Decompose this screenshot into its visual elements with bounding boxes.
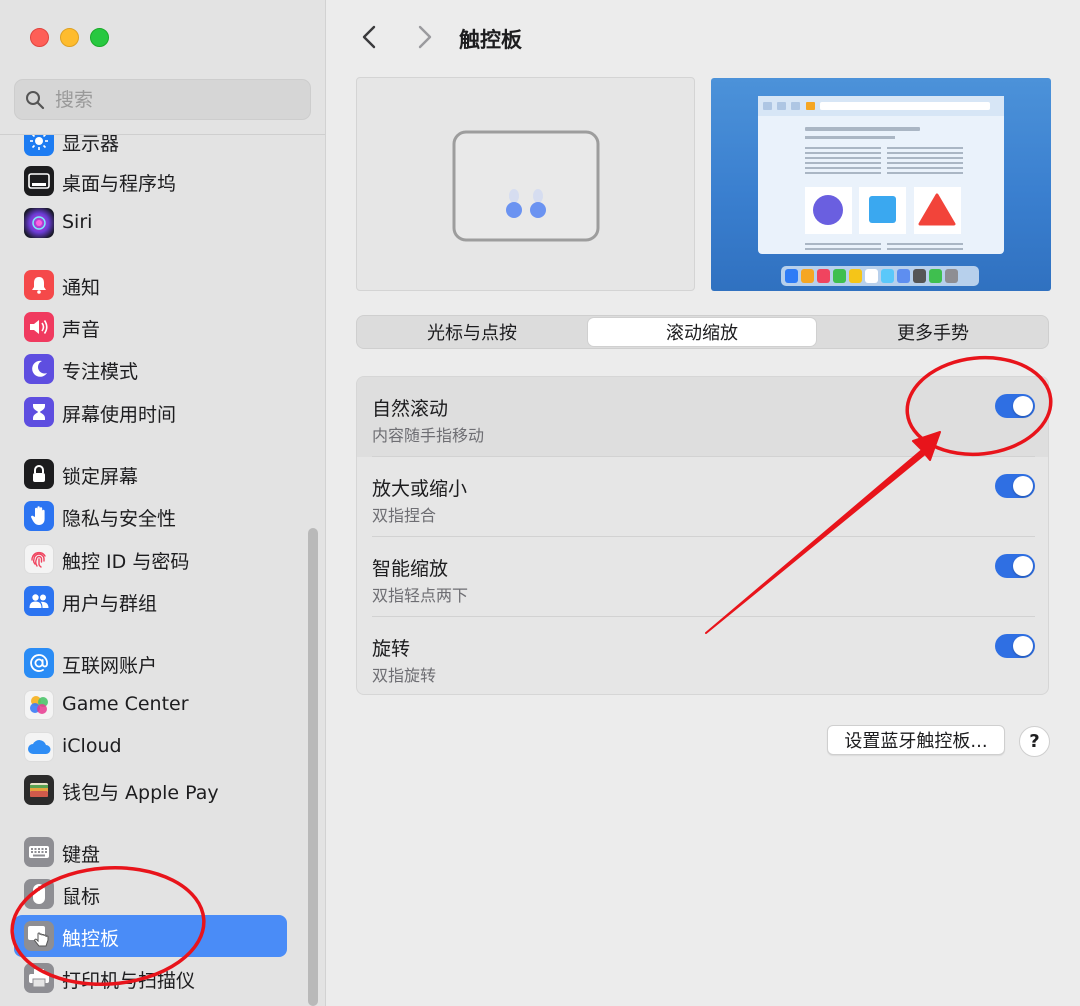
fingerprint-icon — [24, 544, 54, 574]
forward-button[interactable] — [409, 22, 439, 52]
lock-icon — [24, 459, 54, 489]
sidebar-item-label: 屏幕使用时间 — [62, 404, 177, 426]
keyboard-icon — [24, 837, 54, 867]
rotate-toggle[interactable] — [995, 634, 1035, 658]
trackpad-icon — [24, 921, 54, 951]
sidebar-item-touch-id[interactable]: 触控 ID 与密码 — [14, 538, 287, 580]
setting-title: 自然滚动 — [372, 398, 449, 420]
tab-bar: 光标与点按 滚动缩放 更多手势 — [356, 315, 1049, 349]
sidebar-item-label: 通知 — [62, 277, 101, 299]
setting-title: 智能缩放 — [372, 558, 449, 580]
sidebar-list: 显示器 桌面与程序坞 Siri 通知 声音 专注模式 屏幕使用时间 锁定屏幕 隐… — [0, 135, 325, 1006]
sidebar-item-mouse[interactable]: 鼠标 — [14, 873, 287, 915]
game-center-icon — [24, 690, 54, 720]
sidebar: 显示器 桌面与程序坞 Siri 通知 声音 — [0, 0, 326, 1006]
moon-icon — [24, 354, 54, 384]
gesture-preview-screen — [711, 78, 1051, 291]
hand-icon — [24, 501, 54, 531]
sidebar-item-label: 显示器 — [62, 135, 120, 155]
window-zoom-button[interactable] — [90, 28, 109, 47]
setting-subtitle: 双指轻点两下 — [372, 586, 469, 605]
users-icon — [24, 586, 54, 616]
search-icon — [26, 91, 45, 110]
help-button[interactable]: ? — [1019, 726, 1050, 757]
dock-icon — [24, 166, 54, 196]
speaker-icon — [24, 312, 54, 342]
sidebar-item-label: 桌面与程序坞 — [62, 173, 177, 195]
settings-group: 自然滚动 内容随手指移动 放大或缩小 双指捏合 智能缩放 双指轻点两下 旋转 双… — [356, 376, 1049, 695]
bell-icon — [24, 270, 54, 300]
sidebar-item-users-groups[interactable]: 用户与群组 — [14, 580, 287, 622]
sidebar-item-label: 键盘 — [62, 844, 101, 866]
sidebar-item-label: 用户与群组 — [62, 593, 158, 615]
gesture-preview-trackpad — [356, 77, 695, 291]
smart-zoom-toggle[interactable] — [995, 554, 1035, 578]
hourglass-icon — [24, 397, 54, 427]
chevron-right-icon — [418, 25, 432, 49]
tab-more-gestures[interactable]: 更多手势 — [819, 318, 1047, 346]
sidebar-item-wallet[interactable]: 钱包与 Apple Pay — [14, 769, 287, 811]
sidebar-item-label: Game Center — [62, 693, 189, 715]
sidebar-item-notifications[interactable]: 通知 — [14, 264, 287, 306]
sidebar-item-label: 触控 ID 与密码 — [62, 551, 190, 573]
trackpad-illustration — [452, 130, 600, 242]
sidebar-scrollbar[interactable] — [308, 528, 318, 1006]
setting-row-smart-zoom: 智能缩放 双指轻点两下 — [357, 537, 1048, 617]
sidebar-item-label: 隐私与安全性 — [62, 508, 177, 530]
page-title: 触控板 — [459, 28, 522, 52]
sidebar-item-label: 钱包与 Apple Pay — [62, 782, 219, 804]
sidebar-item-label: 触控板 — [62, 928, 120, 950]
sidebar-item-siri[interactable]: Siri — [14, 202, 287, 244]
search-field[interactable] — [14, 79, 311, 120]
setting-subtitle: 双指旋转 — [372, 666, 437, 685]
sidebar-item-label: 锁定屏幕 — [62, 466, 139, 488]
wallet-icon — [24, 775, 54, 805]
setup-bluetooth-trackpad-button[interactable]: 设置蓝牙触控板... — [827, 725, 1005, 755]
setting-row-zoom: 放大或缩小 双指捏合 — [357, 457, 1048, 537]
sidebar-item-desktop-dock[interactable]: 桌面与程序坞 — [14, 160, 287, 202]
setting-title: 放大或缩小 — [372, 478, 468, 500]
sidebar-item-game-center[interactable]: Game Center — [14, 684, 287, 726]
display-icon — [24, 135, 54, 156]
siri-icon — [24, 208, 54, 238]
cloud-icon — [24, 732, 54, 762]
sidebar-item-label: 声音 — [62, 319, 101, 341]
zoom-toggle[interactable] — [995, 474, 1035, 498]
back-button[interactable] — [355, 22, 385, 52]
sidebar-item-label: iCloud — [62, 735, 122, 757]
setting-subtitle: 内容随手指移动 — [372, 426, 485, 445]
sidebar-item-keyboard[interactable]: 键盘 — [14, 831, 287, 873]
sidebar-item-label: Siri — [62, 211, 93, 233]
scroll-demo-illustration — [758, 96, 1004, 286]
sidebar-item-label: 互联网账户 — [62, 655, 158, 677]
sidebar-item-focus[interactable]: 专注模式 — [14, 348, 287, 390]
sidebar-item-printers-scanners[interactable]: 打印机与扫描仪 — [14, 957, 287, 999]
sidebar-item-icloud[interactable]: iCloud — [14, 726, 287, 768]
tab-scroll-zoom[interactable]: 滚动缩放 — [588, 318, 816, 346]
sidebar-item-label: 专注模式 — [62, 361, 139, 383]
tab-point-click[interactable]: 光标与点按 — [359, 318, 585, 346]
window-close-button[interactable] — [30, 28, 49, 47]
printer-icon — [24, 963, 54, 993]
window-minimize-button[interactable] — [60, 28, 79, 47]
sidebar-item-label: 打印机与扫描仪 — [62, 970, 196, 992]
setting-row-natural-scrolling: 自然滚动 内容随手指移动 — [357, 377, 1048, 457]
chevron-left-icon — [362, 25, 376, 49]
mouse-icon — [24, 879, 54, 909]
setting-row-rotate: 旋转 双指旋转 — [357, 617, 1048, 694]
sidebar-item-privacy-security[interactable]: 隐私与安全性 — [14, 495, 287, 537]
setting-title: 旋转 — [372, 638, 411, 660]
sidebar-item-sound[interactable]: 声音 — [14, 306, 287, 348]
at-icon — [24, 648, 54, 678]
sidebar-item-screen-time[interactable]: 屏幕使用时间 — [14, 391, 287, 433]
setting-subtitle: 双指捏合 — [372, 506, 437, 525]
sidebar-item-internet-accounts[interactable]: 互联网账户 — [14, 642, 287, 684]
main-pane: 触控板 光标与点按 滚动缩放 更多手势 自然滚动 内容随手指移动 放大或缩小 双… — [327, 0, 1080, 1006]
search-input[interactable] — [55, 86, 295, 114]
sidebar-item-trackpad[interactable]: 触控板 — [14, 915, 287, 957]
natural-scrolling-toggle[interactable] — [995, 394, 1035, 418]
sidebar-item-displays[interactable]: 显示器 — [14, 135, 287, 162]
sidebar-item-lock-screen[interactable]: 锁定屏幕 — [14, 453, 287, 495]
sidebar-item-label: 鼠标 — [62, 886, 101, 908]
